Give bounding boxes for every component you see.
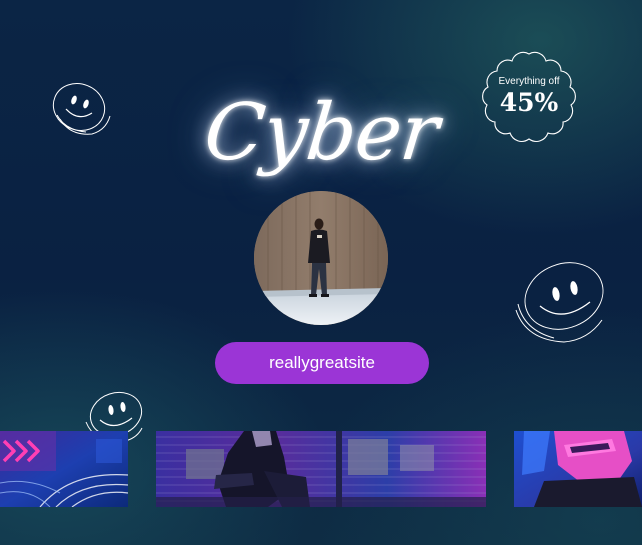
visor-portrait-photo bbox=[514, 431, 642, 507]
badge-caption: Everything off bbox=[498, 76, 560, 87]
promo-canvas: Cyber Everything off 45% reallygreatsite bbox=[0, 0, 642, 545]
website-button[interactable]: reallygreatsite bbox=[215, 342, 429, 384]
badge-percent: 45% bbox=[499, 88, 559, 117]
smiley-coin-icon bbox=[515, 262, 604, 343]
fence-sitting-photo bbox=[156, 431, 486, 507]
discount-badge: Everything off 45% bbox=[478, 48, 580, 150]
neon-arrows-photo bbox=[0, 431, 128, 507]
profile-photo bbox=[254, 191, 388, 325]
